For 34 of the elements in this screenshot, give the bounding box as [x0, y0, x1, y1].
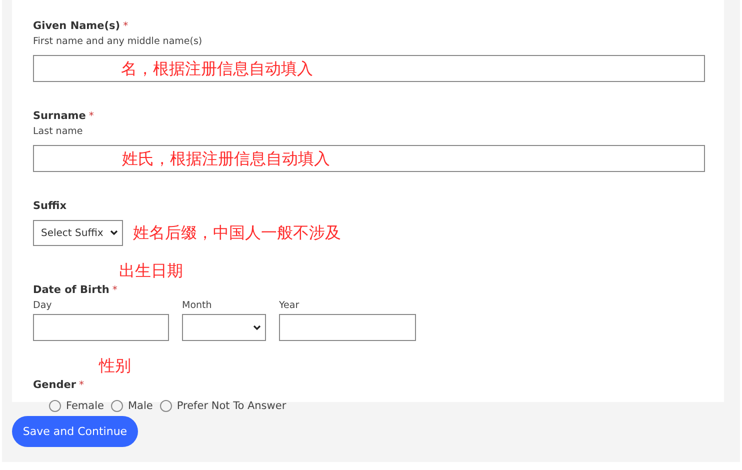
chevron-down-icon	[253, 324, 261, 330]
field-label: Suffix	[33, 199, 67, 213]
date-field[interactable]	[279, 314, 416, 341]
date-part-label: Day	[33, 299, 53, 312]
field-label: Surname	[33, 109, 86, 123]
field-label: Gender	[33, 378, 76, 392]
annotation-text: 名，根据注册信息自动填入	[121, 60, 313, 78]
date-field[interactable]	[33, 314, 169, 341]
radio-option[interactable]: Male	[110, 400, 153, 412]
required-mark: *	[88, 111, 94, 122]
text-field[interactable]	[33, 55, 705, 82]
required-mark: *	[123, 21, 128, 32]
radio-button[interactable]	[110, 400, 123, 412]
suffix-select[interactable]: Select Suffix	[33, 220, 123, 246]
radio-button[interactable]	[160, 400, 172, 412]
radio-button[interactable]	[49, 400, 61, 412]
field-hint: First name and any middle name(s)	[33, 35, 204, 48]
radio-option[interactable]: Female	[49, 400, 104, 412]
annotation-text: 姓氏，根据注册信息自动填入	[122, 150, 330, 168]
date-part-label: Month	[182, 299, 213, 312]
month-select[interactable]	[182, 314, 266, 341]
field-label: Given Name(s)	[33, 19, 120, 33]
radio-option[interactable]: Prefer Not To Answer	[160, 400, 286, 412]
field-label: Date of Birth	[33, 283, 110, 297]
required-mark: *	[79, 380, 84, 391]
annotation-text: 姓名后缀，中国人一般不涉及	[133, 224, 341, 242]
date-part-label: Year	[279, 299, 300, 312]
save-and-continue-button[interactable]: Save and Continue	[12, 416, 138, 447]
annotation-text: 出生日期	[119, 262, 183, 280]
text-field[interactable]	[33, 145, 705, 172]
chevron-down-icon	[110, 230, 118, 236]
field-hint: Last name	[33, 125, 84, 138]
annotation-text: 性别	[99, 357, 131, 375]
required-mark: *	[112, 285, 118, 296]
